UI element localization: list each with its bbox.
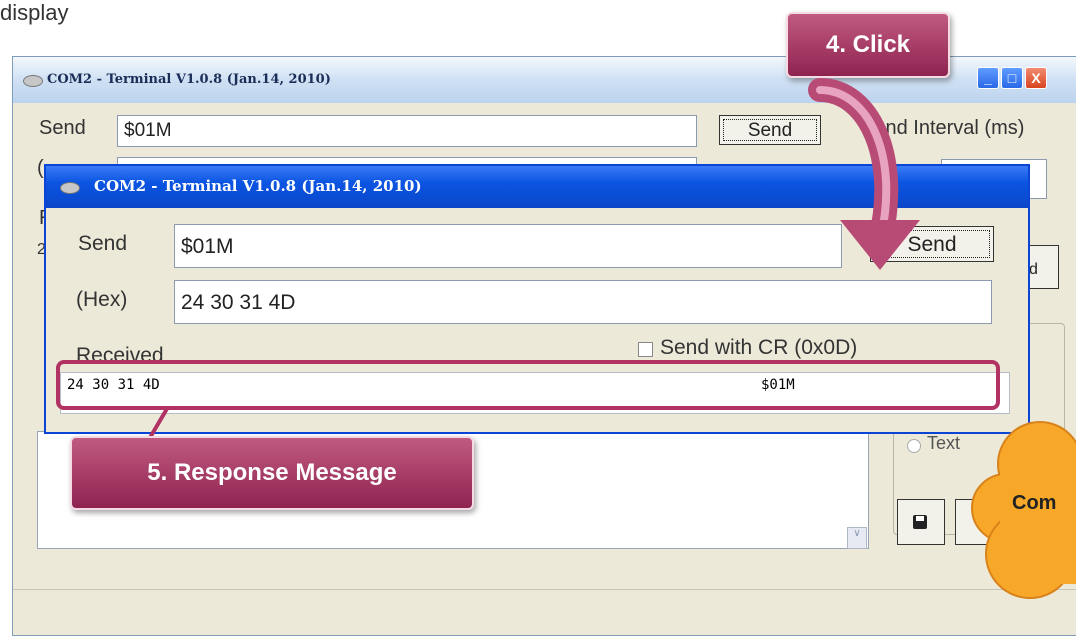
send-input[interactable]: $01M [174, 224, 842, 268]
caption-text: display [0, 0, 69, 25]
send-label: Send [39, 117, 86, 139]
window-title: COM2 - Terminal V1.0.8 (Jan.14, 2010) [47, 72, 331, 87]
callout-step-4: 4. Click [786, 12, 950, 78]
window-title: COM2 - Terminal V1.0.8 (Jan.14, 2010) [94, 177, 422, 195]
hex-label: (Hex) [76, 288, 128, 311]
callout-step-5: 5. Response Message [70, 436, 474, 510]
status-separator [13, 589, 1076, 590]
send-input[interactable]: $01M [117, 115, 697, 147]
serial-port-icon [60, 182, 80, 194]
text-radio-label: Text [927, 433, 961, 453]
save-button[interactable] [897, 499, 945, 545]
text-radio[interactable] [907, 439, 921, 453]
curved-arrow-icon [808, 78, 920, 270]
scroll-down-icon[interactable]: ∨ [847, 527, 867, 549]
response-highlight [56, 360, 1000, 410]
hex-label: ( [37, 157, 44, 179]
send-label: Send [78, 232, 128, 255]
cloud-label: Com [1012, 492, 1057, 514]
send-with-cr-checkbox[interactable] [638, 342, 653, 357]
close-button[interactable]: X [1025, 67, 1047, 89]
send-with-cr-label: Send with CR (0x0D) [660, 336, 858, 359]
cloud-icon [971, 421, 1076, 599]
floppy-disk-icon [913, 515, 927, 529]
serial-port-icon [23, 75, 43, 87]
